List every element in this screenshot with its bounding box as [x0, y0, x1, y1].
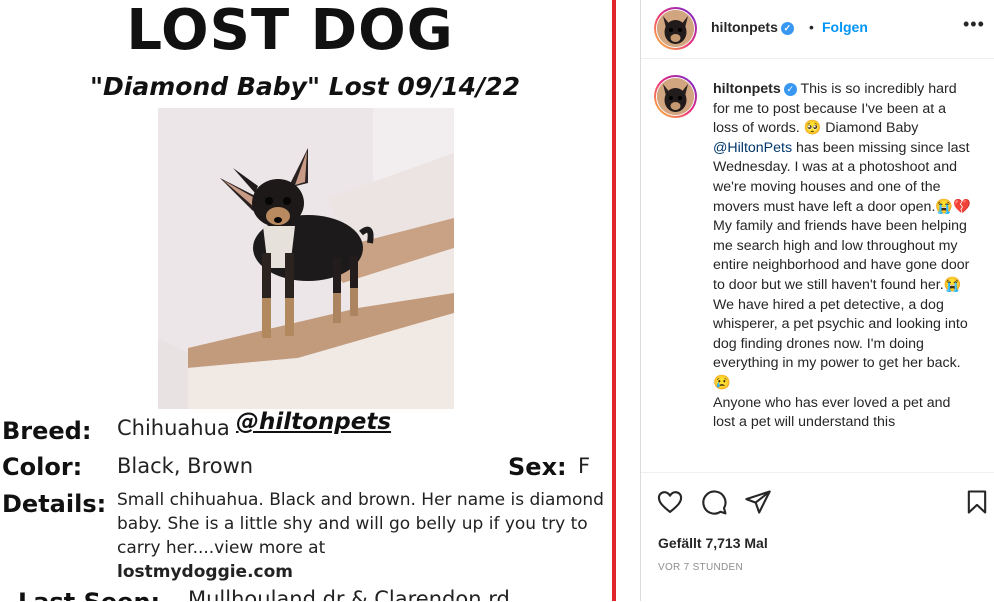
post-timestamp[interactable]: VOR 7 STUNDEN — [658, 562, 743, 573]
sex-value: F — [578, 454, 591, 478]
lost-dog-poster: LOST DOG "Diamond Baby" Lost 09/14/22 Br… — [0, 0, 612, 601]
avatar[interactable] — [654, 7, 697, 50]
header-username[interactable]: hiltonpets ✓ — [711, 19, 794, 35]
post-header: hiltonpets ✓ • Folgen ••• — [641, 0, 994, 59]
likes-count[interactable]: Gefällt 7,713 Mal — [658, 535, 768, 551]
poster-title: LOST DOG — [126, 0, 454, 63]
handle-tag: @hiltonpets — [236, 409, 392, 435]
details-label: Details: — [2, 490, 107, 518]
verified-badge-icon: ✓ — [780, 22, 794, 35]
last-seen-value: Mullhouland dr & Clarendon rd — [188, 587, 510, 601]
details-link: lostmydoggie.com — [117, 562, 294, 582]
post-panel: hiltonpets ✓ • Folgen ••• hiltonpets ✓ T… — [641, 0, 994, 601]
details-body: Small chihuahua. Black and brown. Her na… — [117, 490, 604, 558]
last-seen-label: Last Seen: — [18, 588, 160, 601]
comment-bubble-icon[interactable] — [700, 488, 728, 516]
breed-label: Breed: — [2, 417, 92, 445]
bookmark-icon[interactable] — [963, 488, 991, 516]
separator-dot: • — [809, 19, 814, 35]
comments-area[interactable]: hiltonpets ✓ This is so incredibly hard f… — [641, 59, 994, 472]
sex-label: Sex: — [508, 453, 567, 481]
dog-photo — [158, 108, 454, 409]
more-options-icon[interactable]: ••• — [963, 14, 985, 35]
details-text: Small chihuahua. Black and brown. Her na… — [117, 488, 607, 584]
breed-value: Chihuahua — [117, 416, 230, 440]
poster-gap — [616, 0, 640, 601]
share-paper-plane-icon[interactable] — [744, 488, 772, 516]
caption-username[interactable]: hiltonpets — [713, 81, 781, 97]
caption-text-2: has been missing since last Wednesday. I… — [713, 139, 971, 391]
poster-subtitle: "Diamond Baby" Lost 09/14/22 — [90, 72, 520, 101]
username-text[interactable]: hiltonpets — [711, 19, 778, 35]
like-heart-icon[interactable] — [656, 488, 684, 516]
caption-mention[interactable]: @HiltonPets — [713, 140, 792, 156]
post-actions: Gefällt 7,713 Mal VOR 7 STUNDEN — [641, 472, 994, 602]
caption-avatar[interactable] — [654, 75, 697, 118]
color-label: Color: — [2, 453, 83, 481]
verified-badge-icon: ✓ — [783, 83, 797, 96]
color-value: Black, Brown — [117, 454, 254, 478]
post-caption: hiltonpets ✓ This is so incredibly hard f… — [713, 80, 975, 433]
caption-text-3: Anyone who has ever loved a pet and lost… — [713, 394, 951, 431]
follow-button[interactable]: Folgen — [822, 19, 868, 35]
